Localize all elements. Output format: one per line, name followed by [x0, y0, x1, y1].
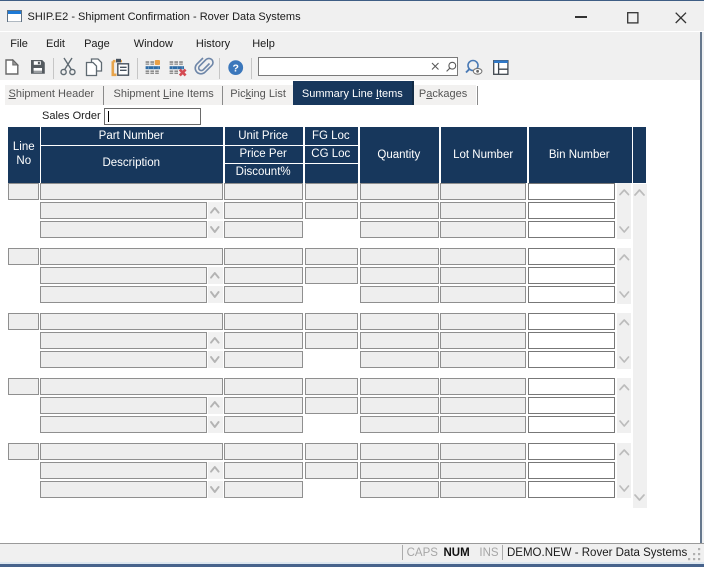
- svg-text:?: ?: [232, 63, 238, 75]
